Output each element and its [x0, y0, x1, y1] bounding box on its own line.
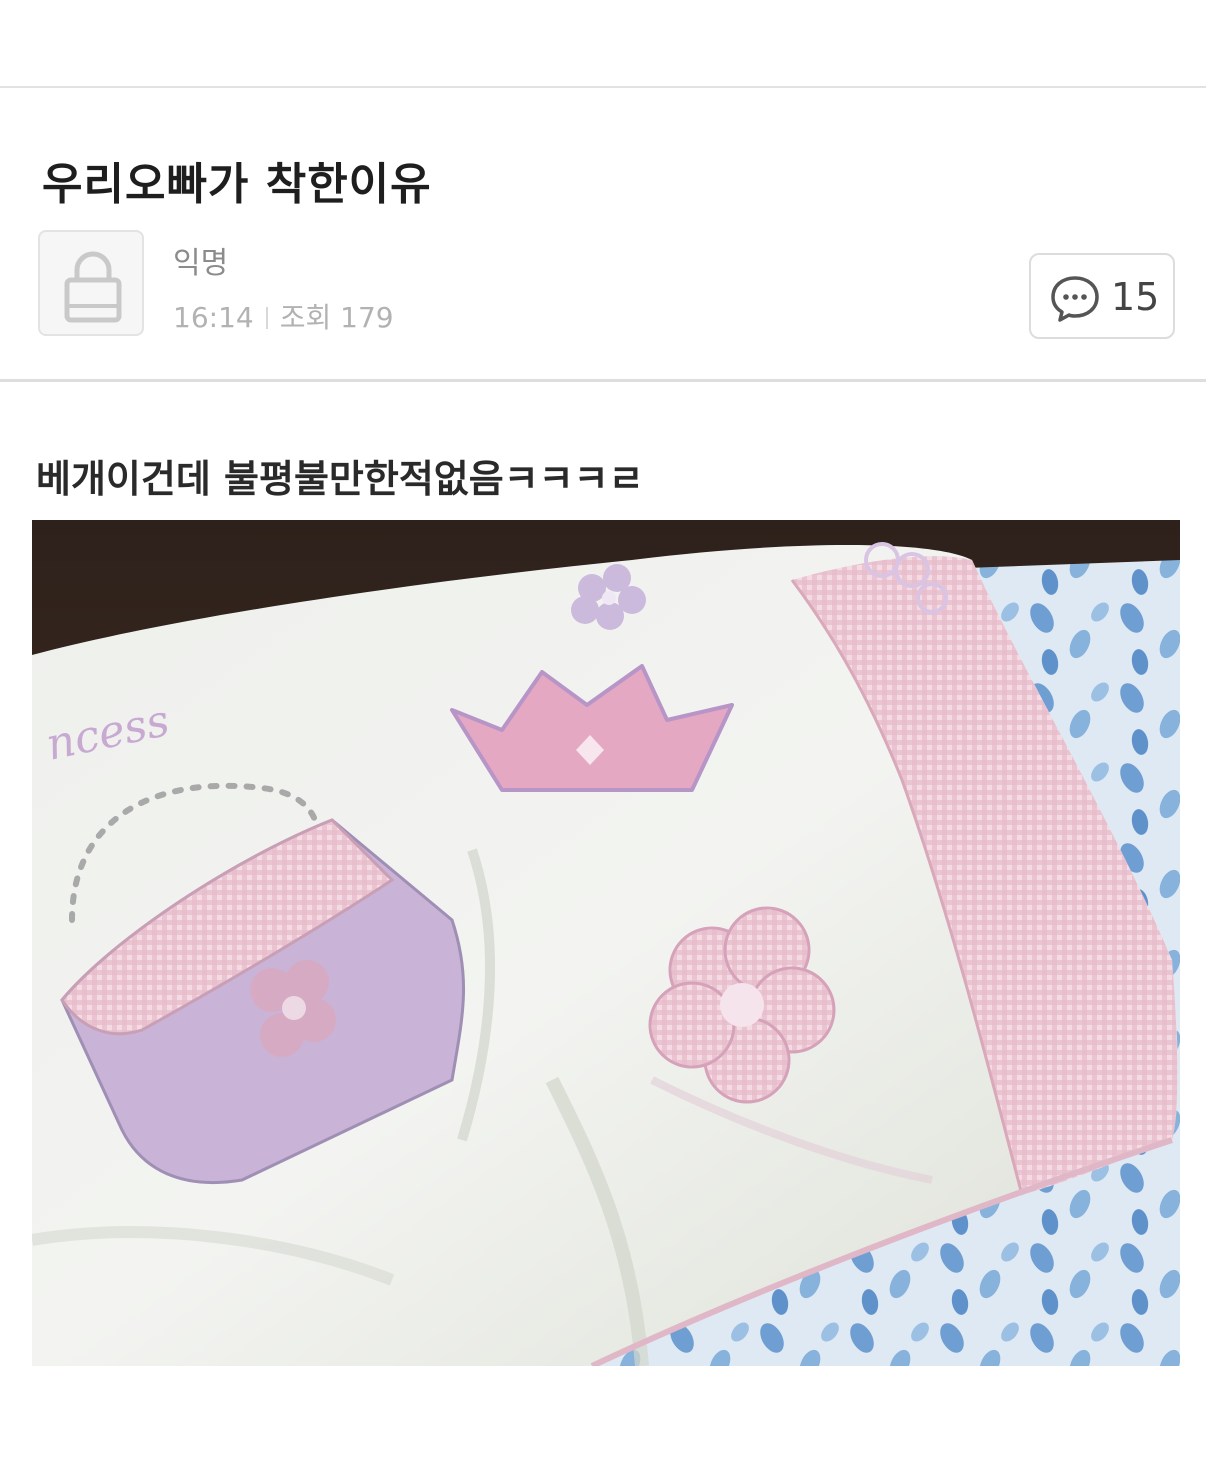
author-avatar[interactable]: [38, 230, 144, 336]
post-title: 우리오빠가 착한이유: [42, 159, 432, 210]
speech-bubble-icon: [1051, 276, 1099, 322]
post-body-text: 베개이건데 불평불만한적없음ㅋㅋㅋㄹ: [36, 457, 644, 501]
comment-button[interactable]: 15: [1029, 253, 1175, 339]
princess-pillow-photo: ncess: [32, 520, 1180, 1366]
views-count: 179: [340, 301, 394, 334]
post-image[interactable]: ncess: [32, 520, 1180, 1366]
post-header: 우리오빠가 착한이유 익명 16:14 조회 179 15: [0, 86, 1206, 382]
lock-icon: [64, 251, 122, 323]
views-label: 조회: [279, 301, 332, 334]
post-meta: 16:14 조회 179: [173, 296, 394, 336]
comment-count: 15: [1111, 275, 1160, 319]
post-time: 16:14: [173, 301, 254, 334]
meta-divider: [265, 307, 268, 329]
author-name[interactable]: 익명: [173, 238, 228, 282]
